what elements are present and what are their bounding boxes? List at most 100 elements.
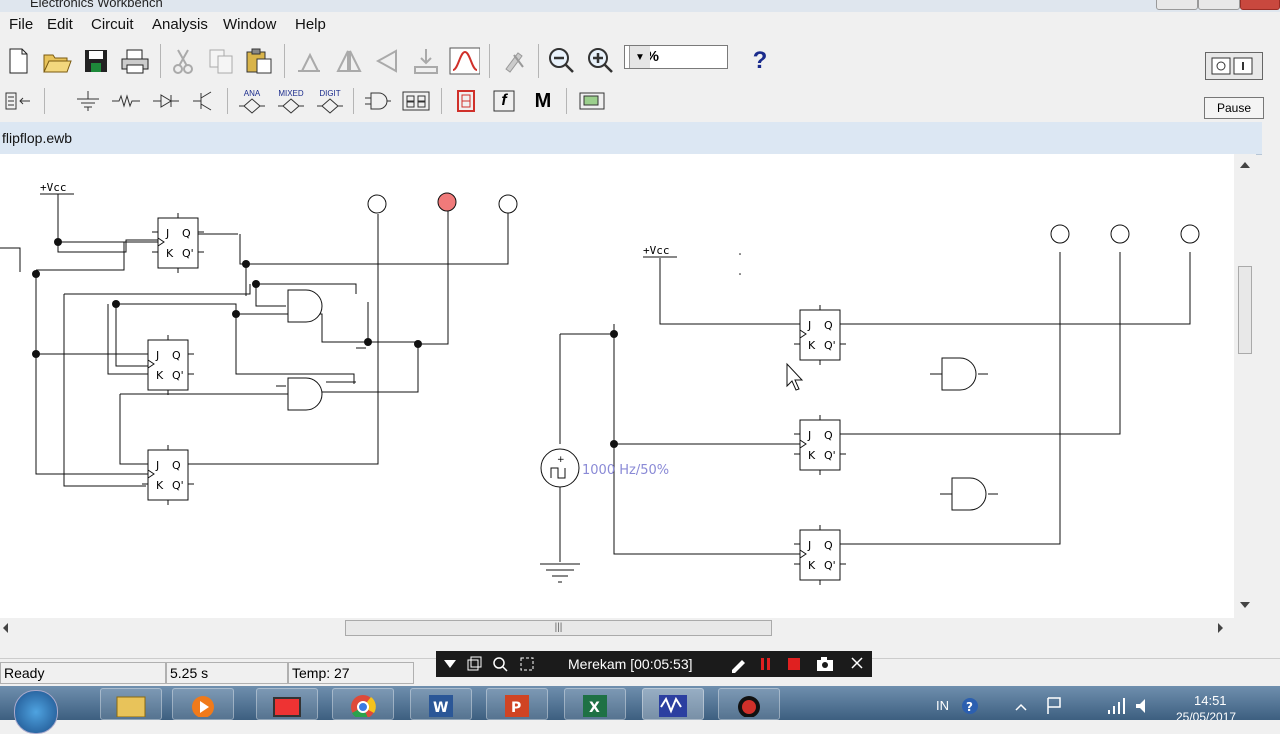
copy-icon[interactable] (205, 45, 237, 77)
menu-edit[interactable]: Edit (47, 16, 73, 33)
maximize-button[interactable] (1198, 0, 1240, 10)
jk-flipflop[interactable]: JKQ Q' (142, 335, 194, 395)
menu-analysis[interactable]: Analysis (152, 16, 208, 33)
vertical-scrollbar[interactable] (1234, 154, 1256, 618)
logic-gates-bin-icon[interactable] (362, 85, 394, 117)
cut-icon[interactable] (167, 45, 199, 77)
flag-tray-icon[interactable] (1047, 697, 1061, 714)
chrome-taskbar-icon[interactable] (332, 688, 394, 720)
zoom-out-icon[interactable] (546, 45, 578, 77)
menu-help[interactable]: Help (295, 16, 326, 33)
logic-probe-indicator[interactable] (1110, 224, 1130, 244)
flip-vertical-icon[interactable] (371, 45, 403, 77)
camera-icon[interactable] (817, 657, 833, 671)
diodes-bin-icon[interactable] (150, 85, 182, 117)
logic-probe-indicator[interactable] (1050, 224, 1070, 244)
zoom-select[interactable]: 80% ▼ (624, 45, 728, 69)
pencil-icon[interactable] (732, 660, 745, 673)
flip-horizontal-icon[interactable] (333, 45, 365, 77)
menu-window[interactable]: Window (223, 16, 276, 33)
volume-tray-icon[interactable] (1136, 699, 1145, 713)
rotate-icon[interactable] (293, 45, 325, 77)
paste-icon[interactable] (243, 45, 275, 77)
digital-ics-bin[interactable]: DIGIT (314, 85, 346, 117)
pause-button[interactable]: Pause (1204, 97, 1264, 119)
parts-bin-menu-icon[interactable] (2, 85, 34, 117)
open-file-icon[interactable] (41, 45, 73, 77)
transistors-bin-icon[interactable] (188, 85, 220, 117)
analog-bin-label: ANA (243, 88, 261, 98)
digital-bin-icon[interactable] (400, 85, 432, 117)
logic-probe-indicator[interactable] (1180, 224, 1200, 244)
jk-flipflop[interactable]: JKQ Q' (142, 445, 194, 505)
logic-probe-indicator[interactable] (367, 194, 387, 214)
schematic: +Vcc +Vcc JKQQ'JKQQ'JKQQ'JKQQ'JKQQ'JKQQ'… (0, 181, 1200, 585)
basic-bin-icon[interactable] (110, 85, 142, 117)
logic-probe-indicator[interactable] (437, 192, 457, 212)
new-file-icon[interactable] (2, 45, 34, 77)
junction-dot (232, 310, 240, 318)
electronics-workbench-taskbar-icon[interactable] (642, 688, 704, 720)
controls-bin[interactable]: f (488, 85, 520, 117)
jk-flipflop[interactable]: JKQ Q' (794, 305, 846, 365)
word-taskbar-icon[interactable]: W (410, 688, 472, 720)
recorder-menu-icon[interactable] (444, 660, 456, 668)
clock-label: 1000 Hz/50% (582, 463, 669, 478)
close-recorder-icon[interactable] (851, 657, 863, 669)
explorer-taskbar-icon[interactable] (100, 688, 162, 720)
language-indicator[interactable]: IN (936, 698, 949, 713)
logic-probe-indicator[interactable] (498, 194, 518, 214)
and-gate[interactable] (951, 477, 987, 511)
junction-dot (54, 238, 62, 246)
start-button[interactable] (14, 690, 58, 734)
status-state: Ready (0, 662, 166, 684)
circuit-canvas[interactable]: +Vcc +Vcc J K Q Q' J K Q Q' J K Q Q' J K Q Q' J K Q Q' J K Q Q'… (0, 154, 1234, 618)
jk-flipflop[interactable]: JKQ Q' (152, 213, 204, 273)
jk-flipflop[interactable]: JKQ Q' (794, 415, 846, 475)
vcc-right: +Vcc (643, 244, 677, 258)
instruments-bin-icon[interactable] (576, 85, 608, 117)
menu-file[interactable]: File (9, 16, 33, 33)
ff-qn-label: Q' (824, 339, 836, 352)
chevron-down-icon[interactable]: ▼ (629, 46, 650, 68)
indicators-bin-icon[interactable] (450, 85, 482, 117)
analog-ics-bin[interactable]: ANA (236, 85, 268, 117)
close-button[interactable] (1240, 0, 1280, 10)
graph-icon[interactable] (448, 45, 480, 77)
media-player-taskbar-icon[interactable] (172, 688, 234, 720)
component-properties-icon[interactable] (499, 45, 531, 77)
jk-flipflop[interactable]: JKQ Q' (794, 525, 846, 585)
recorder-taskbar-icon[interactable] (718, 688, 780, 720)
powerpoint-taskbar-icon[interactable]: P (486, 688, 548, 720)
chevron-up-icon[interactable] (1015, 703, 1027, 711)
help-tray-icon[interactable]: ? (962, 698, 978, 714)
and-gate[interactable] (941, 357, 977, 391)
and-gate[interactable] (287, 377, 323, 411)
save-icon[interactable] (80, 45, 112, 77)
help-button[interactable]: ? (744, 45, 776, 77)
network-tray-icon[interactable] (1108, 698, 1125, 714)
recorder-zoom-icon[interactable] (493, 657, 508, 672)
minimize-button[interactable] (1156, 0, 1198, 10)
misc-bin[interactable]: M (527, 85, 559, 117)
stop-record-icon[interactable] (788, 658, 800, 670)
zoom-in-icon[interactable] (585, 45, 617, 77)
recorder-window-icon[interactable] (467, 656, 482, 671)
clock-source[interactable]: + 1000 Hz/50% (540, 448, 669, 488)
pause-record-icon[interactable] (761, 658, 770, 670)
recorder-region-icon[interactable] (520, 657, 534, 671)
misc-bin-label: M (534, 89, 552, 112)
print-icon[interactable] (119, 45, 151, 77)
sources-bin-icon[interactable] (72, 85, 104, 117)
video-app-taskbar-icon[interactable] (256, 688, 318, 720)
and-gate[interactable] (287, 289, 323, 323)
window-title: Electronics Workbench (30, 0, 163, 10)
power-switch[interactable] (1205, 52, 1263, 80)
horizontal-scroll-thumb[interactable]: ||| (345, 620, 772, 636)
excel-taskbar-icon[interactable]: X (564, 688, 626, 720)
menu-circuit[interactable]: Circuit (91, 16, 134, 33)
subcircuit-icon[interactable] (410, 45, 442, 77)
mixed-ics-bin[interactable]: MIXED (275, 85, 307, 117)
vertical-scroll-thumb[interactable] (1238, 266, 1252, 354)
horizontal-scrollbar[interactable]: ||| (0, 618, 1234, 638)
